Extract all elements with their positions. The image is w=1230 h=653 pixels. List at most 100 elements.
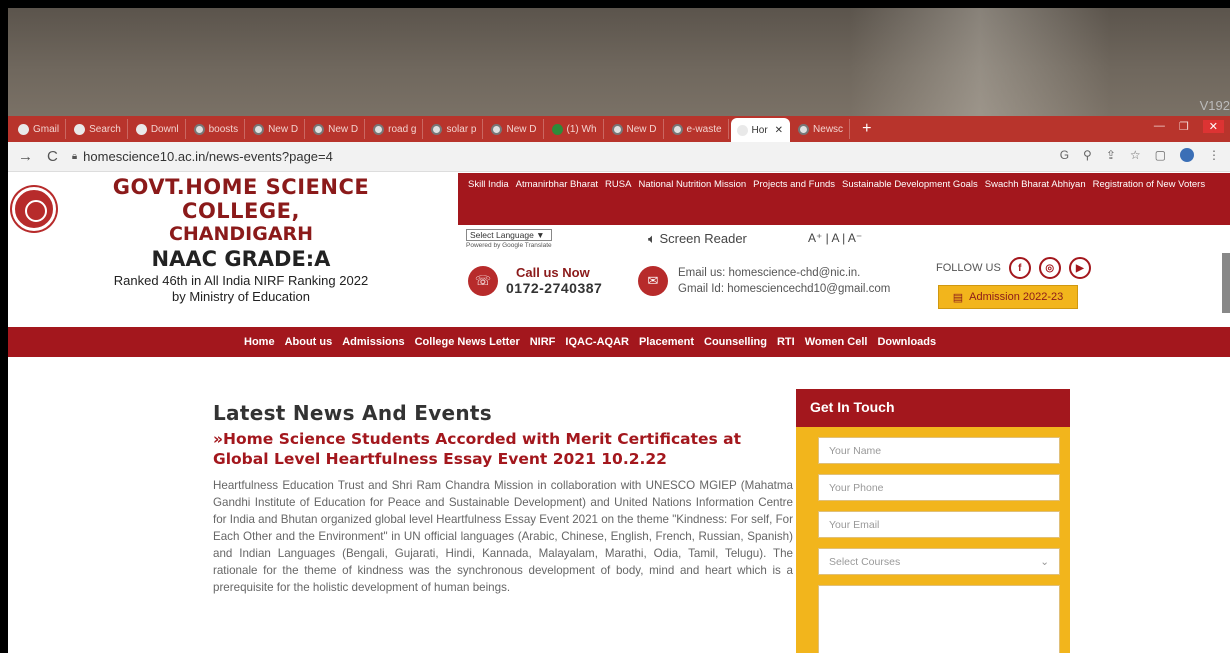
phone-number[interactable]: 0172-2740387 <box>506 280 602 296</box>
call-block: ☏ Call us Now 0172-2740387 <box>468 265 602 296</box>
close-window-icon[interactable]: ✕ <box>1202 120 1224 133</box>
forward-icon[interactable]: → <box>18 148 33 165</box>
side-panel-icon[interactable]: ▢ <box>1155 148 1166 162</box>
contact-form: Get In Touch Your Name Your Phone Your E… <box>796 389 1070 653</box>
top-link[interactable]: Swachh Bharat Abhiyan <box>985 179 1086 190</box>
tab-label: Search <box>89 123 121 135</box>
name-input[interactable]: Your Name <box>818 437 1060 464</box>
wall-light <box>850 8 1110 116</box>
phone-input[interactable]: Your Phone <box>818 474 1060 501</box>
top-link[interactable]: Sustainable Development Goals <box>842 179 978 190</box>
new-tab-button[interactable]: + <box>862 120 871 138</box>
browser-tab[interactable]: e-waste <box>666 119 729 139</box>
browser-tab[interactable]: New D <box>307 119 366 139</box>
course-select[interactable]: Select Courses ⌄ <box>818 548 1060 575</box>
zoom-icon[interactable]: ⚲ <box>1083 148 1092 162</box>
tab-label: solar p <box>446 123 477 135</box>
call-label: Call us Now <box>516 265 590 280</box>
browser-tab[interactable]: solar p <box>425 119 484 139</box>
email-block: ✉ Email us: homescience-chd@nic.in. Gmai… <box>638 265 890 297</box>
nav-item[interactable]: Counselling <box>704 336 767 348</box>
top-link[interactable]: RUSA <box>605 179 631 190</box>
rank-line2: by Ministry of Education <box>171 289 310 304</box>
college-logo[interactable] <box>12 187 56 231</box>
top-link[interactable]: Registration of New Voters <box>1093 179 1205 190</box>
admission-button[interactable]: ▤ Admission 2022-23 <box>938 285 1078 309</box>
browser-tab[interactable]: New D <box>606 119 664 139</box>
minimize-icon[interactable]: — <box>1154 120 1165 133</box>
email-link[interactable]: Email us: homescience-chd@nic.in. <box>678 265 890 281</box>
profile-avatar[interactable] <box>1180 148 1194 162</box>
phone-placeholder: Your Phone <box>829 482 884 494</box>
powered-by-google[interactable]: Powered by Google Translate <box>466 242 552 249</box>
browser-tab[interactable]: New D <box>485 119 544 139</box>
nav-item[interactable]: IQAC-AQAR <box>565 336 629 348</box>
tab-label: New D <box>626 123 657 135</box>
browser-tab[interactable]: (1) Wh <box>546 119 604 139</box>
speaker-icon: 🔈︎ <box>648 231 656 246</box>
nav-item[interactable]: About us <box>285 336 333 348</box>
page-title: Latest News And Events <box>213 401 493 425</box>
nav-item[interactable]: Downloads <box>877 336 936 348</box>
share-icon[interactable]: ⇪ <box>1106 148 1116 162</box>
background-wall: V192 <box>8 8 1230 116</box>
college-icon <box>736 124 748 136</box>
tab-label: road g <box>388 123 417 135</box>
reload-icon[interactable]: C <box>47 148 58 165</box>
font-size-controls[interactable]: A⁺ | A | A⁻ <box>808 231 862 245</box>
news-title[interactable]: »Home Science Students Accorded with Mer… <box>213 429 793 469</box>
globe-icon <box>671 123 683 135</box>
browser-tab[interactable]: Hor ✕ <box>730 118 791 142</box>
instagram-icon[interactable]: ◎ <box>1038 257 1061 279</box>
url-field[interactable]: 🔒︎ homescience10.ac.in/news-events?page=… <box>72 149 333 164</box>
nav-item[interactable]: Women Cell <box>805 336 868 348</box>
document-icon: ▤ <box>952 291 964 304</box>
top-link[interactable]: Skill India <box>468 179 509 190</box>
facebook-icon[interactable]: f <box>1008 257 1031 279</box>
window-controls: — ❐ ✕ <box>1154 120 1224 133</box>
nav-item[interactable]: NIRF <box>530 336 556 348</box>
message-textarea[interactable] <box>818 585 1060 653</box>
nav-item[interactable]: Admissions <box>342 336 404 348</box>
gmail-link[interactable]: Gmail Id: homesciencechd10@gmail.com <box>678 281 890 297</box>
nav-item[interactable]: RTI <box>777 336 795 348</box>
nav-item[interactable]: College News Letter <box>415 336 520 348</box>
tab-label: boosts <box>208 123 239 135</box>
college-name-line1: GOVT.HOME SCIENCE COLLEGE, <box>112 175 370 223</box>
menu-dots-icon[interactable]: ⋮ <box>1208 148 1220 162</box>
mail-icon: ✉ <box>638 266 668 296</box>
maximize-icon[interactable]: ❐ <box>1179 120 1189 133</box>
browser-tab[interactable]: Downl <box>130 119 186 139</box>
screen-reader-link[interactable]: 🔈︎ Screen Reader <box>648 231 747 247</box>
top-link[interactable]: National Nutrition Mission <box>638 179 746 190</box>
google-icon[interactable]: G <box>1060 148 1069 162</box>
tab-label: Hor <box>751 124 768 136</box>
language-select[interactable]: Select Language ▼ <box>466 229 552 241</box>
news-content: Latest News And Events »Home Science Stu… <box>213 401 793 596</box>
whatsapp-icon <box>551 123 563 135</box>
browser-tab[interactable]: Newsc <box>792 119 851 139</box>
naac-grade: NAAC GRADE:A <box>151 247 331 271</box>
globe-icon <box>313 123 325 135</box>
address-bar-icons: G ⚲ ⇪ ☆ ▢ ⋮ <box>1060 148 1220 162</box>
browser-tab[interactable]: road g <box>367 119 424 139</box>
college-title-block: GOVT.HOME SCIENCE COLLEGE, CHANDIGARH NA… <box>76 175 406 305</box>
nav-item[interactable]: Home <box>244 336 275 348</box>
browser-tab[interactable]: Search <box>68 119 128 139</box>
browser-tab[interactable]: boosts <box>188 119 246 139</box>
youtube-icon[interactable]: ▶ <box>1068 257 1091 279</box>
bookmark-star-icon[interactable]: ☆ <box>1130 148 1141 162</box>
gmail-icon <box>18 123 29 135</box>
browser-tab[interactable]: Gmail <box>12 119 67 139</box>
main-navigation: Home About us Admissions College News Lette… <box>8 327 1230 357</box>
nav-item[interactable]: Placement <box>639 336 694 348</box>
nirf-rank: Ranked 46th in All India NIRF Ranking 20… <box>76 273 406 305</box>
rank-line1: Ranked 46th in All India NIRF Ranking 20… <box>113 273 369 288</box>
top-link[interactable]: Projects and Funds <box>753 179 835 190</box>
close-tab-icon[interactable]: ✕ <box>775 125 783 136</box>
email-input[interactable]: Your Email <box>818 511 1060 538</box>
photo-frame: V192 Gmail Search Downl boosts New D New D roa… <box>8 8 1230 653</box>
top-link[interactable]: Atmanirbhar Bharat <box>516 179 598 190</box>
browser-tab[interactable]: New D <box>247 119 306 139</box>
chevron-down-icon: ⌄ <box>1040 556 1049 568</box>
